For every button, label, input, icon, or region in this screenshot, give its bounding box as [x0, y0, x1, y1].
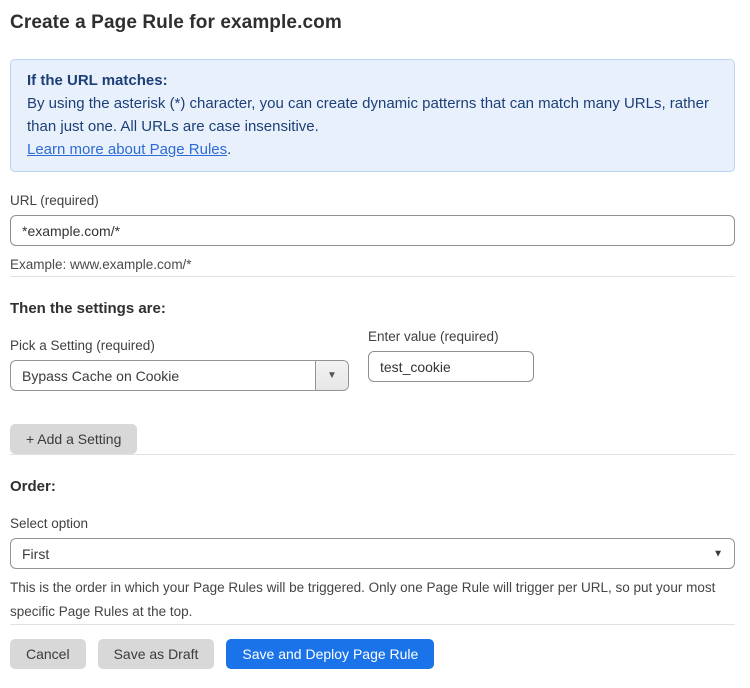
divider: [10, 624, 735, 625]
info-box-body: By using the asterisk (*) character, you…: [27, 92, 718, 138]
url-example-helper: Example: www.example.com/*: [10, 254, 735, 276]
url-matches-info-box: If the URL matches: By using the asteris…: [10, 59, 735, 172]
create-page-rule-form: Create a Page Rule for example.com If th…: [0, 0, 750, 669]
chevron-down-icon: ▼: [713, 548, 723, 559]
setting-value-input[interactable]: [368, 351, 534, 382]
page-title: Create a Page Rule for example.com: [10, 12, 735, 34]
save-as-draft-button[interactable]: Save as Draft: [98, 639, 215, 669]
info-box-heading: If the URL matches:: [27, 69, 718, 92]
info-box-link-line: Learn more about Page Rules.: [27, 138, 718, 161]
url-input[interactable]: [10, 215, 735, 246]
order-select[interactable]: First ▼: [10, 538, 735, 569]
setting-value-label: Enter value (required): [368, 329, 534, 344]
setting-row: Pick a Setting (required) Bypass Cache o…: [10, 317, 735, 391]
setting-select-button[interactable]: ▼: [315, 361, 348, 390]
url-field-label: URL (required): [10, 193, 735, 208]
settings-section-heading: Then the settings are:: [10, 300, 735, 317]
setting-picker-column: Pick a Setting (required) Bypass Cache o…: [10, 317, 349, 391]
save-and-deploy-button[interactable]: Save and Deploy Page Rule: [226, 639, 434, 669]
link-period: .: [227, 141, 231, 158]
footer-actions: Cancel Save as Draft Save and Deploy Pag…: [10, 639, 735, 669]
add-setting-button[interactable]: + Add a Setting: [10, 424, 137, 454]
divider: [10, 276, 735, 277]
order-helper-text: This is the order in which your Page Rul…: [10, 576, 730, 624]
setting-picker-label: Pick a Setting (required): [10, 338, 349, 353]
order-select-value: First: [22, 546, 49, 562]
setting-value-column: Enter value (required): [368, 329, 534, 382]
setting-select-value: Bypass Cache on Cookie: [11, 361, 315, 390]
order-section-heading: Order:: [10, 478, 735, 495]
setting-select[interactable]: Bypass Cache on Cookie ▼: [10, 360, 349, 391]
divider: [10, 454, 735, 455]
learn-more-link[interactable]: Learn more about Page Rules: [27, 141, 227, 158]
order-select-label: Select option: [10, 516, 735, 531]
cancel-button[interactable]: Cancel: [10, 639, 86, 669]
chevron-down-icon: ▼: [327, 370, 337, 381]
